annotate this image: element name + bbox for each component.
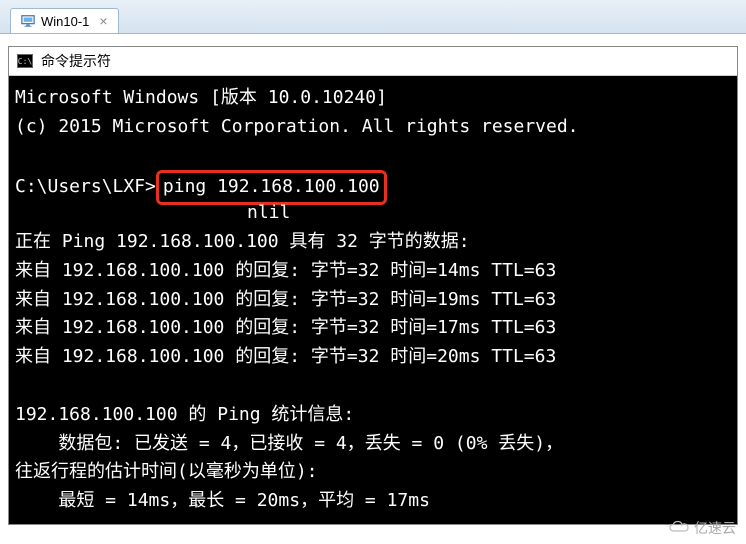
titlebar[interactable]: C:\ 命令提示符 [9, 47, 737, 76]
reply-line: 来自 192.168.100.100 的回复: 字节=32 时间=17ms TT… [15, 317, 556, 338]
cmd-window: C:\ 命令提示符 Microsoft Windows [版本 10.0.102… [8, 46, 738, 525]
reply-line: 来自 192.168.100.100 的回复: 字节=32 时间=20ms TT… [15, 346, 556, 367]
tab-label: Win10-1 [41, 14, 89, 29]
watermark: 亿速云 [668, 518, 736, 538]
window-title: 命令提示符 [41, 51, 111, 71]
monitor-icon [21, 14, 35, 28]
ping-command: ping 192.168.100.100 [163, 176, 380, 197]
cloud-icon [668, 520, 690, 537]
close-icon[interactable]: × [99, 13, 107, 29]
tab-win10[interactable]: Win10-1 × [10, 8, 119, 33]
version-line: Microsoft Windows [版本 10.0.10240] [15, 87, 387, 108]
prompt: C:\Users\LXF> [15, 176, 156, 197]
tab-bar: Win10-1 × [0, 0, 746, 34]
reply-line: 来自 192.168.100.100 的回复: 字节=32 时间=19ms TT… [15, 289, 556, 310]
rtt-values: 最短 = 14ms，最长 = 20ms，平均 = 17ms [15, 490, 430, 511]
terminal-output[interactable]: Microsoft Windows [版本 10.0.10240] (c) 20… [9, 76, 737, 524]
ping-header: 正在 Ping 192.168.100.100 具有 32 字节的数据: [15, 231, 470, 252]
rtt-header: 往返行程的估计时间(以毫秒为单位): [15, 461, 318, 482]
cmd-icon: C:\ [17, 54, 33, 68]
reply-line: 来自 192.168.100.100 的回复: 字节=32 时间=14ms TT… [15, 260, 556, 281]
stats-header: 192.168.100.100 的 Ping 统计信息: [15, 404, 354, 425]
copyright-line: (c) 2015 Microsoft Corporation. All righ… [15, 116, 579, 137]
watermark-text: 亿速云 [694, 518, 736, 538]
stats-packets: 数据包: 已发送 = 4，已接收 = 4，丢失 = 0 (0% 丢失)， [15, 433, 563, 454]
